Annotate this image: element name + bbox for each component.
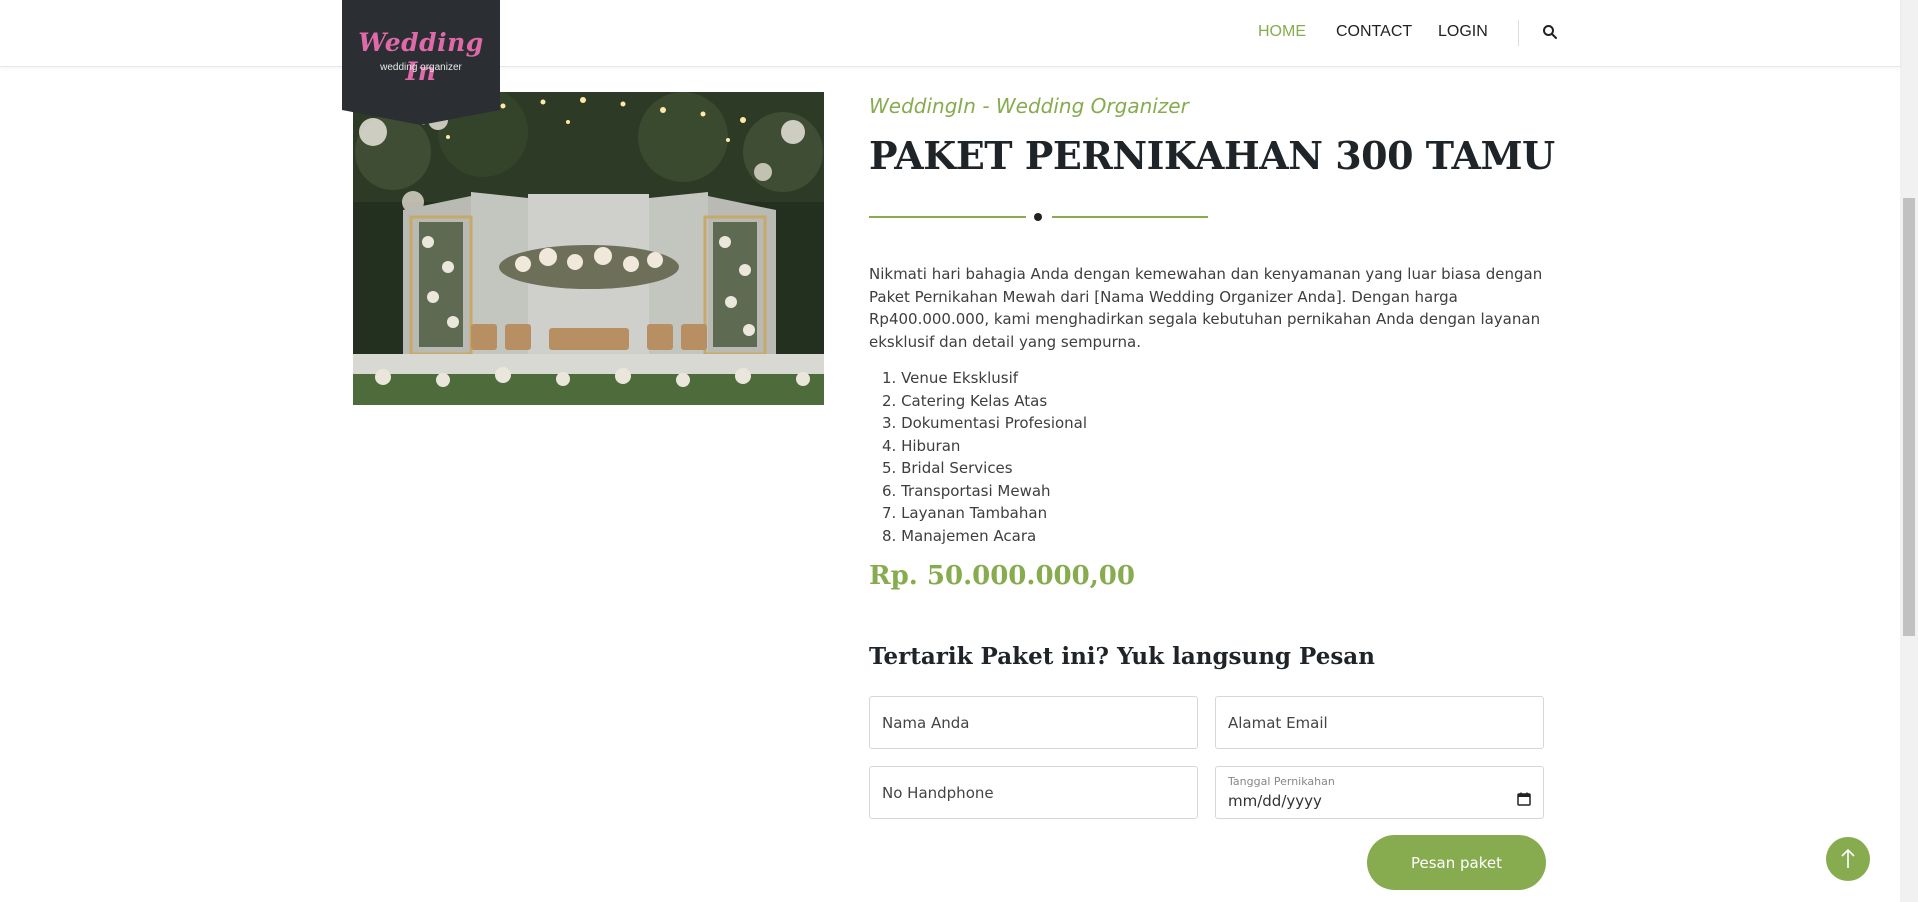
package-features: 1. Venue Eksklusif 2. Catering Kelas Ata… [869,367,1269,547]
logo-subtitle: wedding organizer [380,62,462,73]
brand-logo[interactable]: Wedding In wedding organizer [342,0,500,125]
email-input[interactable] [1216,697,1543,748]
wedding-date-label: Tanggal Pernikahan [1228,775,1335,788]
order-form-heading: Tertarik Paket ini? Yuk langsung Pesan [869,643,1375,670]
search-icon[interactable] [1542,24,1558,40]
package-price: Rp. 50.000.000,00 [869,561,1135,591]
email-field-wrapper [1215,696,1544,749]
nav-home[interactable]: HOME [1258,23,1306,41]
list-item: 5. Bridal Services [882,459,1013,477]
package-image [353,92,824,405]
package-title: PAKET PERNIKAHAN 300 TAMU [869,133,1555,178]
title-divider-dot [1034,213,1042,221]
scroll-to-top-button[interactable] [1826,837,1870,881]
list-item: 4. Hiburan [882,436,961,455]
list-item: 7. Layanan Tambahan [882,504,1048,522]
phone-input[interactable] [870,767,1197,818]
list-item: 6. Transportasi Mewah [882,481,1051,500]
wedding-date-field[interactable]: Tanggal Pernikahan mm/dd/yyyy [1215,766,1544,819]
name-input[interactable] [870,697,1197,748]
nav-contact[interactable]: CONTACT [1336,23,1412,41]
title-divider-right [1052,216,1208,218]
scrollbar-thumb[interactable] [1903,198,1915,636]
nav-divider [1518,20,1519,46]
organizer-label: WeddingIn - Wedding Organizer [869,94,1189,118]
list-item: 8. Manajemen Acara [882,526,1037,545]
phone-field-wrapper [869,766,1198,819]
order-package-button[interactable]: Pesan paket [1367,835,1546,890]
list-item: 1. Venue Eksklusif [882,369,1019,387]
list-item: 3. Dokumentasi Profesional [882,414,1088,432]
name-field-wrapper [869,696,1198,749]
wedding-date-value[interactable]: mm/dd/yyyy [1228,792,1322,810]
title-divider-left [869,216,1026,218]
calendar-icon[interactable] [1517,792,1531,806]
wedding-stage-illustration [353,92,824,405]
nav-login[interactable]: LOGIN [1438,23,1488,41]
package-description: Nikmati hari bahagia Anda dengan kemewah… [869,265,1543,351]
logo-title: Wedding In [358,28,484,86]
arrow-up-icon [1841,848,1855,868]
site-header: HOME CONTACT LOGIN [0,0,1900,67]
page-scrollbar[interactable] [1900,0,1918,902]
list-item: 2. Catering Kelas Atas [882,391,1048,410]
